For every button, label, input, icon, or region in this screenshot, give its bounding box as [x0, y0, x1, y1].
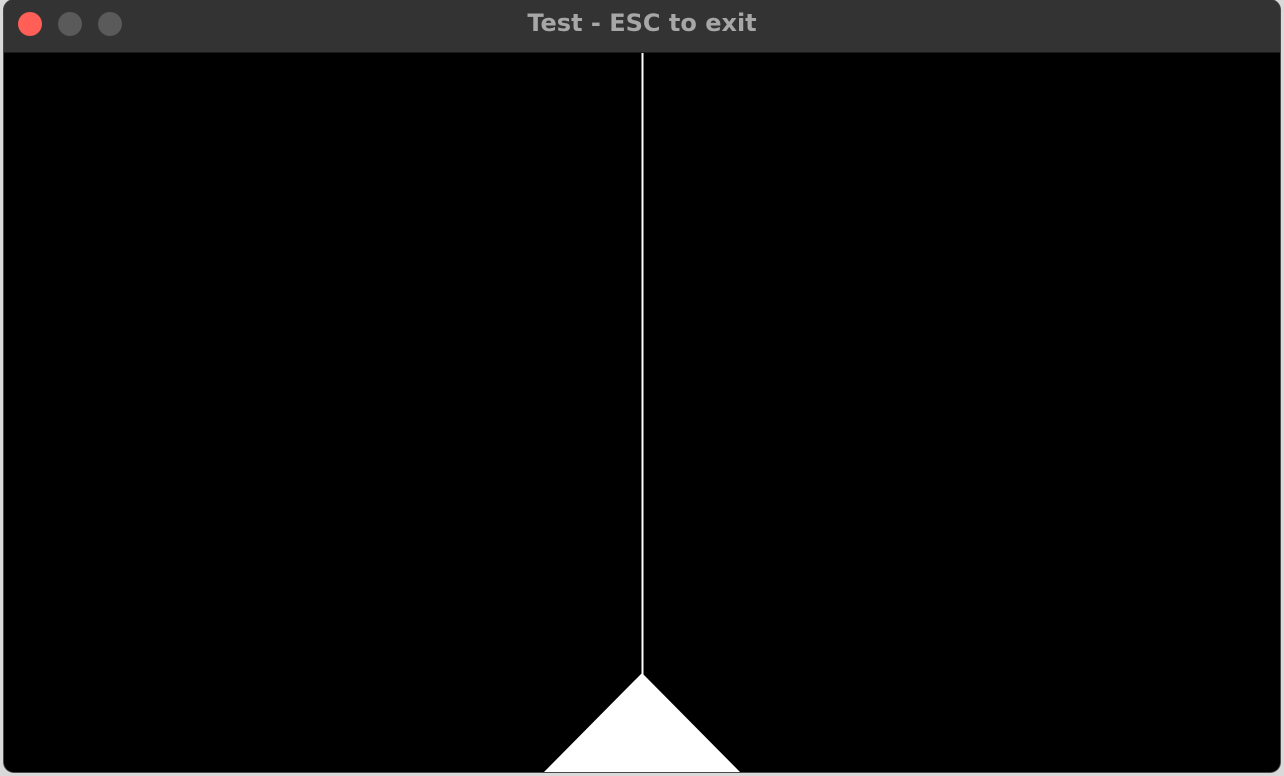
game-canvas[interactable] [4, 53, 1280, 772]
game-window: Test - ESC to exit [4, 0, 1280, 772]
triangle-ship-icon [544, 673, 740, 772]
game-scene [544, 53, 740, 772]
title-bar[interactable]: Test - ESC to exit [4, 0, 1280, 53]
window-title: Test - ESC to exit [527, 9, 757, 37]
